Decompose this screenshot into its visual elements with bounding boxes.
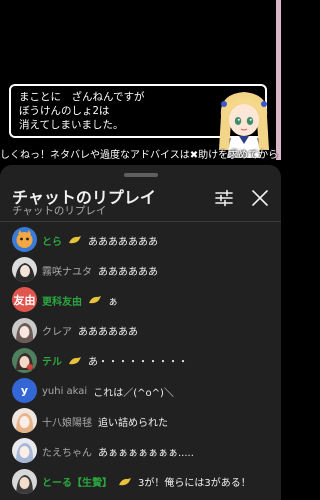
chat-author-name[interactable]: テル xyxy=(42,353,62,368)
chat-message-text: あぁぁぁぁぁぁぁ..... xyxy=(98,447,194,459)
panel-subtitle: チャットのリプレイ xyxy=(12,205,107,217)
video-player[interactable]: まことに ざんねんですが ぼうけんのしょ2は 消えてしまいました。 しくねっ！ネ… xyxy=(0,0,281,165)
member-badge-icon xyxy=(68,356,82,366)
chat-message-text: あああああああ xyxy=(88,236,158,248)
chat-message-text: ぁ xyxy=(108,296,118,308)
chat-message-line: とーる【生贄】 3が！俺らには3がある！ xyxy=(42,467,251,497)
chat-author-name[interactable]: 霧咲ナユタ xyxy=(42,263,92,278)
avatar[interactable] xyxy=(12,317,37,343)
chat-message[interactable]: とーる【生贄】 3が！俺らには3がある！ xyxy=(0,467,281,497)
chat-author-name[interactable]: とら xyxy=(42,233,62,248)
member-badge-icon xyxy=(118,477,132,487)
chat-message-text: ああああああ xyxy=(98,266,158,278)
avatar[interactable] xyxy=(12,257,37,283)
avatar[interactable] xyxy=(12,468,37,494)
chat-author-name[interactable]: 十八娘陽毬 xyxy=(42,414,92,429)
avatar[interactable]: 友由 xyxy=(12,287,37,313)
chat-replay-panel: チャットのリプレイ チャットのリプレイ とら あああああああ 霧咲ナユタ ああああああ… xyxy=(0,165,281,500)
avatar[interactable] xyxy=(12,438,37,464)
chat-message-line: とら あああああああ xyxy=(42,225,158,255)
chat-message-line: テル あ・・・・・・・・・ xyxy=(42,346,188,376)
chat-message[interactable]: とら あああああああ xyxy=(0,225,281,255)
chat-message-text: 3が！俺らには3がある！ xyxy=(138,478,251,490)
chat-message-line: クレア ああああああ xyxy=(42,316,138,346)
chat-message[interactable]: たえちゃん あぁぁぁぁぁぁぁ..... xyxy=(0,436,281,466)
tune-icon[interactable] xyxy=(213,187,235,209)
chat-author-name[interactable]: 更科友由 xyxy=(42,293,82,308)
chat-message[interactable]: y yuhi akai これは／(^o^)＼ xyxy=(0,376,281,406)
chat-message-text: 追い詰められた xyxy=(98,417,168,429)
chat-message-text: あ・・・・・・・・・ xyxy=(88,357,188,369)
member-badge-icon xyxy=(68,235,82,245)
drag-handle[interactable] xyxy=(124,173,158,177)
avatar[interactable]: y xyxy=(12,378,37,403)
chat-message[interactable]: 十八娘陽毬 追い詰められた xyxy=(0,406,281,436)
chat-message[interactable]: 霧咲ナユタ ああああああ xyxy=(0,255,281,285)
chat-message-line: 更科友由 ぁ xyxy=(42,285,118,315)
avatar[interactable] xyxy=(12,408,37,434)
avatar[interactable] xyxy=(12,227,37,252)
chat-author-name[interactable]: とーる【生贄】 xyxy=(42,474,112,489)
avatar[interactable] xyxy=(12,347,37,373)
chat-message[interactable]: 友由 更科友由 ぁ xyxy=(0,285,281,315)
chat-message-line: 十八娘陽毬 追い詰められた xyxy=(42,406,168,436)
chat-message-line: たえちゃん あぁぁぁぁぁぁぁ..... xyxy=(42,436,194,466)
chat-message[interactable]: クレア ああああああ xyxy=(0,316,281,346)
chat-message-text: ああああああ xyxy=(78,327,138,339)
close-icon[interactable] xyxy=(249,187,271,209)
chat-message-line: yuhi akai これは／(^o^)＼ xyxy=(42,376,174,406)
chat-message-text: これは／(^o^)＼ xyxy=(93,387,174,399)
video-ticker-text: しくねっ！ネタバレや過度なアドバイスは✖助けを求めてから xyxy=(0,150,279,161)
panel-divider xyxy=(0,221,281,222)
video-edge-strip xyxy=(276,0,281,160)
chat-message-line: 霧咲ナユタ ああああああ xyxy=(42,255,158,285)
chat-author-name[interactable]: クレア xyxy=(42,323,72,338)
member-badge-icon xyxy=(88,295,102,305)
chat-author-name[interactable]: たえちゃん xyxy=(42,444,92,459)
chat-message[interactable]: テル あ・・・・・・・・・ xyxy=(0,346,281,376)
chat-author-name[interactable]: yuhi akai xyxy=(42,386,87,397)
